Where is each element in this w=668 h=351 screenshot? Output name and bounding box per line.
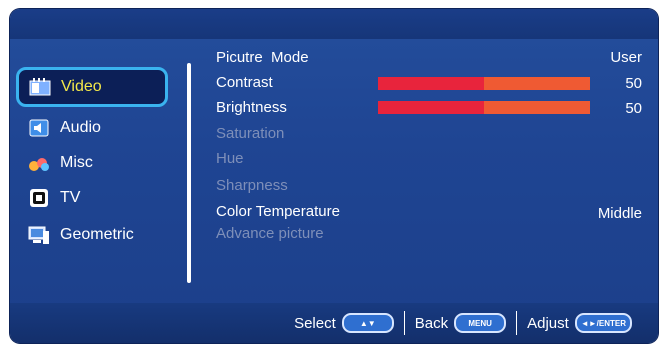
sharpness-row: Sharpness (216, 177, 288, 194)
color-temperature-value: Middle (597, 205, 642, 222)
saturation-row: Saturation (216, 125, 284, 142)
menu-key-icon: MENU (454, 313, 507, 333)
contrast-slider-fill (378, 77, 484, 90)
select-hint-label: Select (294, 314, 336, 332)
sidebar-item-geometric[interactable]: Geometric (18, 220, 168, 250)
brightness-slider[interactable] (378, 101, 590, 114)
brightness-row[interactable]: Brightness (216, 99, 287, 116)
select-hint: Select ▲▼ (294, 313, 394, 333)
up-down-key-icon: ▲▼ (341, 313, 394, 333)
brightness-slider-fill (378, 101, 484, 114)
color-temperature-row[interactable]: Color Temperature (216, 203, 340, 220)
contrast-value: 50 (625, 75, 642, 92)
misc-icon (28, 153, 50, 173)
left-right-enter-key-icon: ◄►/ENTER (574, 313, 632, 333)
footer-hint-bar: Select ▲▼ Back MENU Adjust ◄►/ENTER (10, 303, 658, 343)
hue-label: Hue (216, 150, 244, 167)
adjust-hint-label: Adjust (527, 314, 569, 332)
picture-mode-value: User (610, 49, 642, 66)
back-hint-label: Back (414, 314, 449, 332)
saturation-label: Saturation (216, 125, 285, 142)
advance-picture-label: Advance picture (216, 225, 324, 242)
contrast-label: Contrast (216, 74, 273, 91)
sidebar-item-misc[interactable]: Misc (18, 148, 168, 178)
hue-row: Hue (216, 150, 244, 167)
sidebar-item-label: Misc (60, 154, 93, 171)
picture-mode-label: Picutre Mode (216, 49, 309, 66)
brightness-label: Brightness (216, 99, 287, 116)
sidebar-item-label: Audio (60, 119, 101, 136)
adjust-hint: Adjust ◄►/ENTER (527, 313, 632, 333)
contrast-row[interactable]: Contrast (216, 74, 273, 91)
audio-icon (28, 118, 50, 138)
brightness-value: 50 (625, 100, 642, 117)
advance-picture-row: Advance picture (216, 225, 324, 242)
color-temperature-label: Color Temperature (216, 203, 340, 220)
contrast-slider[interactable] (378, 77, 590, 90)
osd-screen: Video Audio Misc TV Geometric Picutre Mo… (10, 9, 658, 343)
tv-icon (28, 188, 50, 208)
sidebar-item-label: Video (61, 78, 102, 95)
menu-divider (187, 63, 191, 283)
sidebar-item-tv[interactable]: TV (18, 183, 168, 213)
sidebar-item-audio[interactable]: Audio (18, 113, 168, 143)
sidebar-item-label: TV (60, 189, 81, 206)
top-bar (10, 9, 658, 39)
sidebar-item-video[interactable]: Video (16, 67, 168, 107)
sharpness-label: Sharpness (216, 177, 288, 194)
sidebar-item-label: Geometric (60, 226, 134, 243)
geometric-icon (28, 225, 50, 245)
video-icon (29, 77, 51, 97)
footer-separator (403, 311, 405, 335)
back-hint: Back MENU (414, 313, 507, 333)
picture-mode-row[interactable]: Picutre Mode (216, 49, 309, 66)
footer-separator (516, 311, 518, 335)
